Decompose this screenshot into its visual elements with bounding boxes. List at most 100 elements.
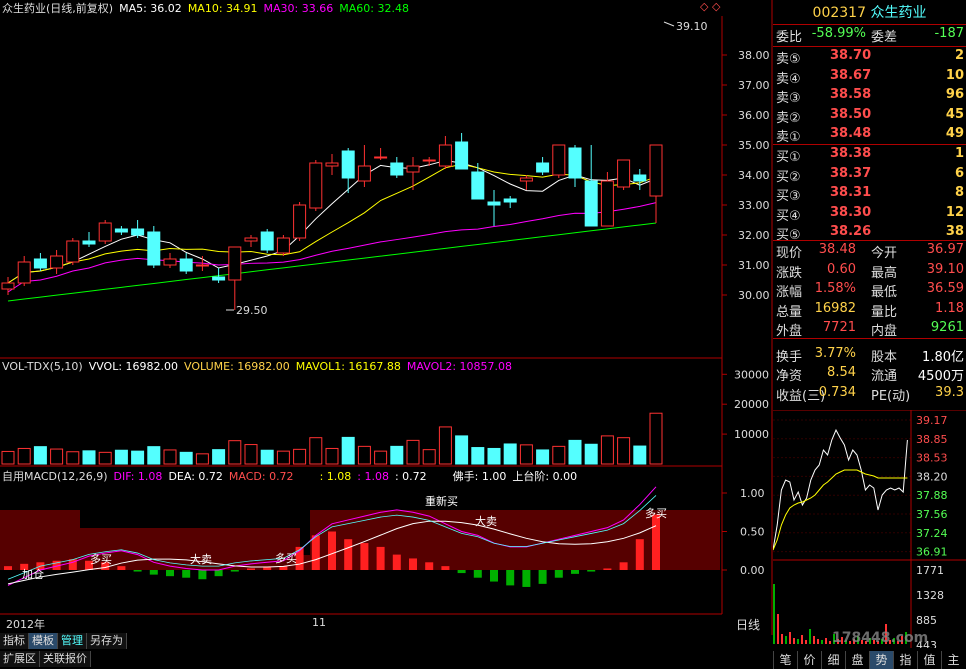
stat-value: 8.54: [827, 365, 856, 380]
bid-row[interactable]: 买③ 38.31 8: [773, 185, 966, 204]
candle-body: [276, 237, 290, 254]
stat-label: 换手: [776, 349, 803, 365]
tab-template[interactable]: 模板: [29, 633, 58, 649]
ask-row[interactable]: 卖① 38.48 49: [773, 126, 966, 145]
right-tab[interactable]: 盘: [845, 651, 869, 669]
stat-value: 0.60: [827, 261, 856, 277]
volume-bar: [33, 446, 47, 465]
bid-price: 38.37: [830, 165, 872, 181]
high-marker: [663, 21, 675, 27]
candle-body: [649, 144, 663, 197]
stat-value-2: 39.10: [926, 261, 964, 277]
minute-volume-bar: [785, 636, 787, 644]
minute-volume-bar: [781, 634, 783, 644]
volume-bar: [276, 450, 290, 465]
macd-histogram-bar: [247, 568, 255, 570]
bid-row[interactable]: 买② 38.37 6: [773, 166, 966, 185]
price-tick-label: 32.00: [738, 229, 770, 242]
volume-bar: [600, 435, 614, 465]
stat-label-2: 股本: [871, 349, 898, 365]
macd-tick-label: 0.00: [740, 564, 765, 577]
right-tab[interactable]: 细: [821, 651, 845, 669]
candle-body: [519, 177, 533, 182]
bid-qty: 12: [945, 204, 964, 220]
stock-name: 众生药业: [870, 5, 927, 21]
macd-histogram-bar: [4, 566, 12, 570]
ask-price: 38.58: [830, 87, 872, 102]
period-label[interactable]: 日线: [736, 616, 760, 633]
volume-bar: [17, 447, 31, 465]
ask-price: 38.50: [830, 106, 872, 122]
tab-related-quote[interactable]: 关联报价: [40, 651, 91, 667]
volume-bar: [309, 437, 323, 465]
macd-histogram-bar: [619, 562, 628, 570]
right-tab[interactable]: 势: [869, 651, 893, 669]
main-chart[interactable]: 38.00 37.00 36.00 35.00 34.00 33.00 32.00 31.00…: [0, 0, 773, 635]
ask-row[interactable]: 卖④ 38.67 10: [773, 68, 966, 87]
candle-body: [244, 237, 258, 242]
stat-value-2: 1.18: [935, 300, 964, 316]
macd-histogram-bar: [603, 568, 612, 570]
volume-bar: [147, 446, 161, 465]
volume-bar: [195, 453, 209, 465]
candle-body: [438, 144, 452, 167]
candle-body: [455, 141, 469, 170]
right-tab[interactable]: 值: [917, 651, 941, 669]
ask-qty: 10: [945, 67, 964, 83]
macd-signal-annotation: 加仓: [22, 567, 44, 581]
stock-code: 002317: [812, 5, 866, 21]
ask-qty: 2: [954, 48, 964, 63]
candle-body: [406, 165, 420, 173]
minute-price-label: 38.53: [916, 452, 948, 465]
ask-label: 卖③: [776, 91, 801, 106]
macd-histogram-bar: [409, 558, 417, 570]
weicha-label: 委差: [871, 30, 898, 45]
minute-vol-label: 1328: [916, 589, 944, 602]
stat-label-2: 今开: [871, 246, 898, 261]
minute-volume-bar: [825, 638, 827, 644]
candle-body: [293, 204, 307, 239]
volume-bar: [438, 426, 452, 465]
tab-save-as[interactable]: 另存为: [87, 633, 127, 649]
ask-row[interactable]: 卖② 38.50 45: [773, 107, 966, 126]
volume-bar: [325, 447, 339, 465]
stat-row: 净资 8.54 流通 4500万: [773, 365, 966, 384]
macd-histogram-bar: [198, 570, 207, 580]
minute-price-label: 36.91: [916, 546, 948, 559]
tab-manage[interactable]: 管理: [58, 633, 87, 649]
x-axis-year: 2012年: [6, 618, 45, 631]
tab-extension[interactable]: 扩展区: [0, 651, 40, 667]
bid-row[interactable]: 买④ 38.30 12: [773, 205, 966, 224]
right-tab[interactable]: 指: [893, 651, 917, 669]
ask-price: 38.70: [830, 48, 872, 63]
candle-body: [114, 228, 128, 233]
stat-row: 现价 38.48 今开 36.97: [773, 242, 966, 261]
minute-volume-bar: [813, 636, 815, 644]
right-tab[interactable]: 价: [797, 651, 821, 669]
candle-body: [325, 162, 339, 167]
macd-histogram-bar: [117, 566, 126, 570]
ask-price: 38.48: [830, 126, 872, 141]
volume-bar: [584, 443, 598, 465]
ask-row[interactable]: 卖③ 38.58 96: [773, 87, 966, 106]
tab-indicator[interactable]: 指标: [0, 633, 29, 649]
volume-bar: [260, 449, 274, 465]
stat-value-2: 4500万: [917, 369, 964, 384]
right-tab[interactable]: 主: [941, 651, 965, 669]
macd-histogram-bar: [522, 570, 531, 587]
bid-row[interactable]: 买① 38.38 1: [773, 146, 966, 165]
candle-body: [422, 159, 436, 162]
candle-body: [471, 171, 485, 200]
ask-row[interactable]: 卖⑤ 38.70 2: [773, 48, 966, 67]
minute-price-label: 37.56: [916, 508, 948, 521]
volume-bar: [471, 447, 485, 465]
macd-histogram-bar: [376, 546, 385, 570]
minute-volume-bar: [809, 629, 811, 644]
stat-label: 净资: [776, 369, 803, 384]
minute-chart[interactable]: 39.17 38.85 38.53 38.20 37.88 37.56 37.24 36.91…: [773, 410, 966, 648]
stat-row: 换手 3.77% 股本 1.80亿: [773, 346, 966, 365]
minute-volume-bar: [801, 635, 803, 644]
candle-body: [195, 264, 209, 267]
right-tab[interactable]: 笔: [773, 651, 797, 669]
candle-body: [390, 162, 404, 176]
